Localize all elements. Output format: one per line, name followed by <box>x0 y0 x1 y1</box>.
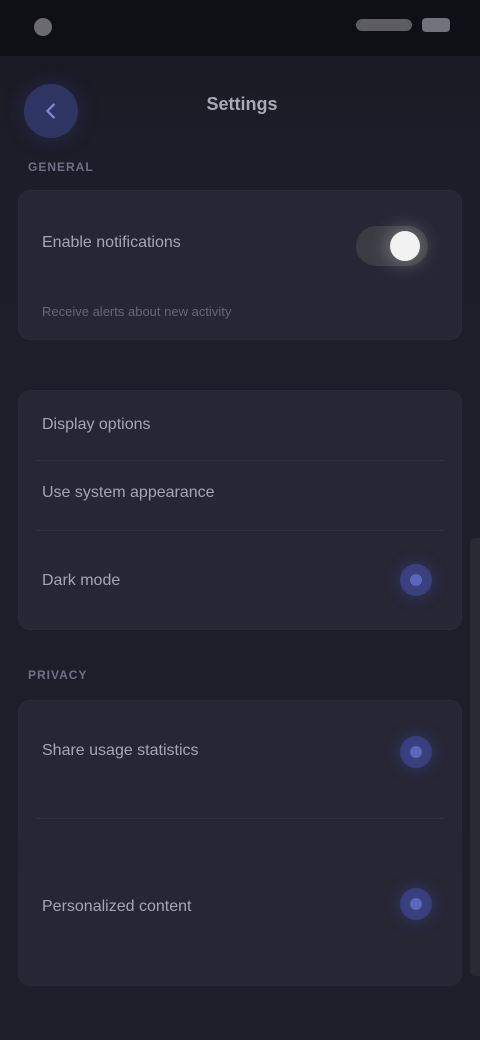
settings-card-display: Display options Use system appearance Da… <box>18 390 462 630</box>
status-left <box>34 18 62 36</box>
setting-label: Dark mode <box>42 572 121 589</box>
arrow-left-icon <box>46 103 55 119</box>
settings-card-privacy: Share usage statistics Personalized cont… <box>18 700 462 986</box>
back-button[interactable] <box>24 84 78 138</box>
setting-row-display-options[interactable]: Display options <box>18 390 462 460</box>
setting-sublabel: Receive alerts about new activity <box>42 304 232 319</box>
setting-row-personalized-content[interactable]: Personalized content <box>18 850 462 960</box>
signal-icon <box>356 19 412 31</box>
notifications-toggle[interactable] <box>356 226 428 266</box>
status-right <box>346 18 450 32</box>
setting-row-usage-statistics[interactable]: Share usage statistics <box>18 700 462 810</box>
scrollbar[interactable] <box>470 538 480 976</box>
status-bar <box>0 0 480 56</box>
setting-label: Share usage statistics <box>42 742 199 759</box>
section-label-general: General <box>28 160 94 174</box>
usage-statistics-radio[interactable] <box>400 736 432 768</box>
setting-row-system-appearance[interactable]: Use system appearance <box>18 460 462 530</box>
toggle-knob <box>390 231 420 261</box>
page-title: Settings <box>206 94 278 114</box>
status-dot-icon <box>34 18 52 36</box>
battery-icon <box>422 18 450 32</box>
page-header: Settings <box>0 74 480 140</box>
row-divider <box>36 818 444 819</box>
setting-label: Enable notifications <box>42 234 181 251</box>
settings-card-notifications: Enable notifications Receive alerts abou… <box>18 190 462 340</box>
setting-label: Personalized content <box>42 898 192 915</box>
setting-row-notifications[interactable]: Enable notifications <box>18 190 462 300</box>
setting-label: Display options <box>42 416 151 433</box>
settings-screen: Settings General Enable notifications Re… <box>0 0 480 1040</box>
dark-mode-radio[interactable] <box>400 564 432 596</box>
section-label-privacy: Privacy <box>28 668 88 682</box>
personalized-content-radio[interactable] <box>400 888 432 920</box>
setting-label: Use system appearance <box>42 484 215 501</box>
setting-row-dark-mode[interactable]: Dark mode <box>18 530 462 630</box>
